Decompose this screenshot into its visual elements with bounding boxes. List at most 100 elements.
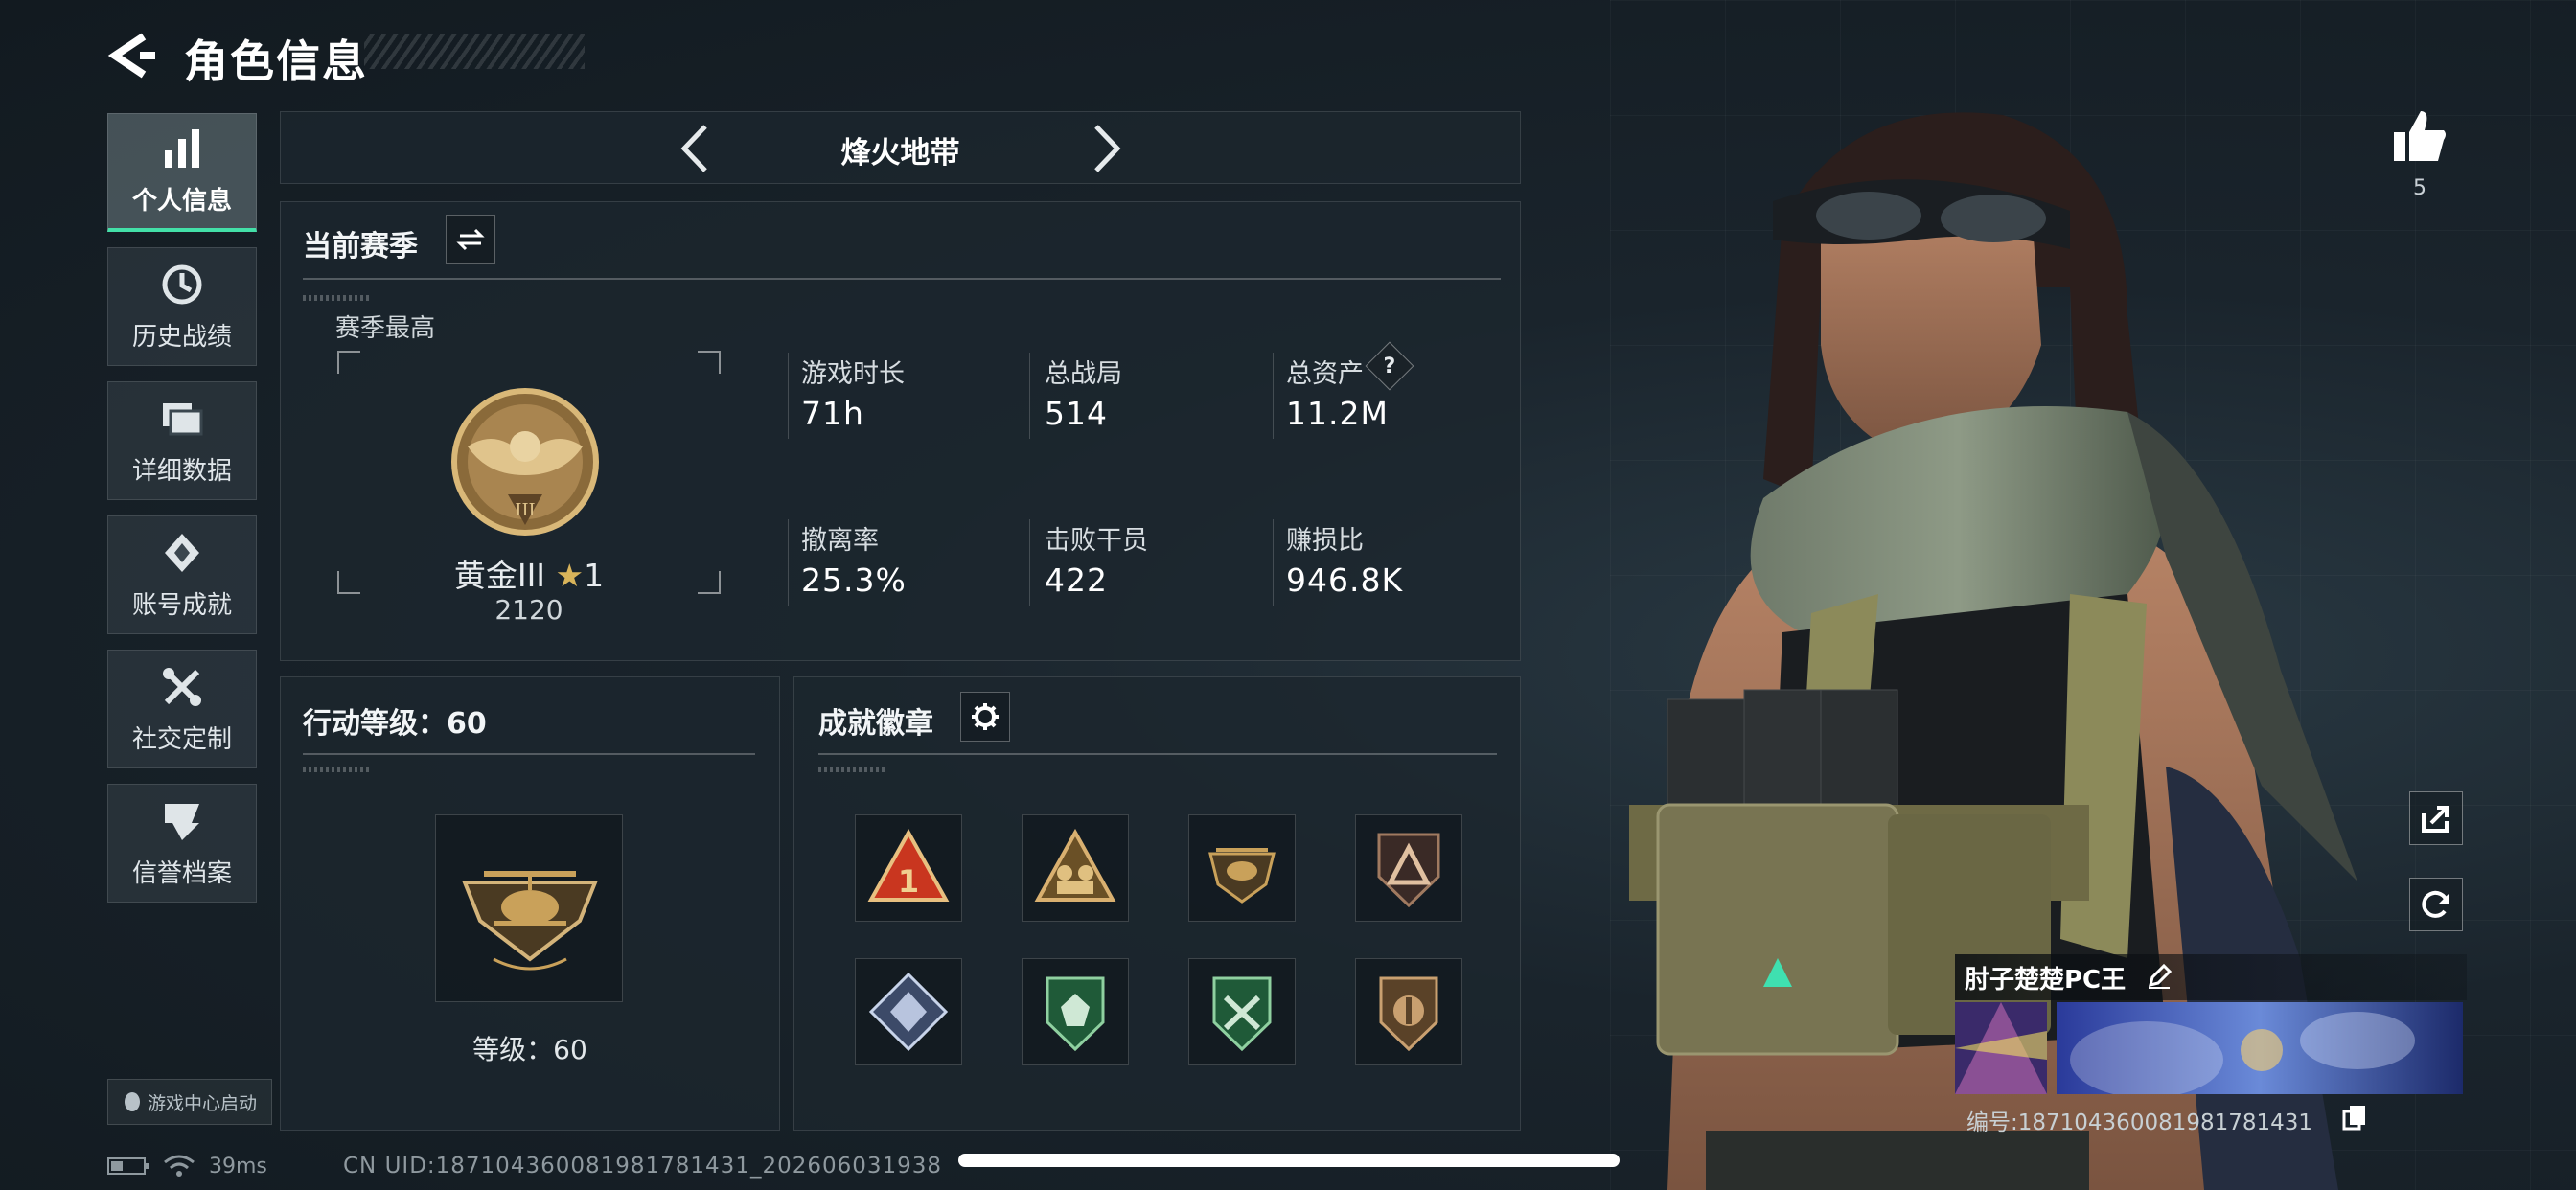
helicopter-level-emblem-icon (462, 871, 598, 971)
stat-value-kills: 422 (1045, 561, 1108, 599)
page-title: 角色信息 (184, 35, 368, 87)
badge-slot[interactable] (855, 958, 962, 1065)
badge-slot[interactable] (1022, 958, 1129, 1065)
stat-divider (788, 353, 789, 439)
battery-icon (107, 1157, 149, 1175)
season-divider (303, 278, 1501, 280)
season-best-label: 赛季最高 (335, 314, 436, 343)
sidebar-item-label: 详细数据 (131, 456, 232, 486)
chevron-right-icon (1094, 125, 1121, 172)
svg-text:1: 1 (898, 863, 919, 900)
badge-red-triangle-1-icon: 1 (867, 828, 950, 902)
player-id: 编号:18710436008198178143​1 (1966, 1110, 2313, 1135)
frame-corner (698, 351, 721, 374)
sidebar-item-achievements[interactable]: 账号成就 (107, 515, 257, 634)
back-button[interactable] (105, 29, 159, 82)
badges-divider (818, 753, 1497, 755)
stat-value-profit-ratio: 946.8K (1286, 561, 1404, 599)
action-level-text: 等级：60 (472, 1034, 587, 1065)
stat-value-playtime: 71h (801, 395, 864, 432)
gold-rank-emblem-icon: III (451, 388, 599, 536)
chevron-left-icon (680, 125, 707, 172)
edit-name-button[interactable] (2145, 962, 2174, 991)
season-switch-button[interactable] (446, 215, 495, 264)
frame-corner (337, 351, 360, 374)
folder-stack-icon (163, 402, 203, 435)
sidebar-item-detailed-data[interactable]: 详细数据 (107, 381, 257, 500)
gear-icon (972, 703, 999, 730)
share-button[interactable] (2409, 791, 2463, 845)
sidebar-item-credit[interactable]: 信誉档案 (107, 784, 257, 903)
ping-value: 39ms (209, 1154, 267, 1179)
badge-slot[interactable] (1022, 814, 1129, 922)
season-title: 当前赛季 (303, 230, 418, 263)
home-indicator[interactable] (958, 1154, 1620, 1167)
profile-banner-image (1955, 1002, 2463, 1094)
thumbs-up-icon (2394, 111, 2446, 161)
action-level-divider (303, 753, 755, 755)
badge-soldiers-triangle-icon (1034, 828, 1116, 902)
wifi-icon (164, 1155, 195, 1177)
stat-label-matches: 总战局 (1045, 359, 1122, 389)
refresh-button[interactable] (2409, 878, 2463, 931)
badge-red-triangle-shield-icon (1377, 833, 1440, 908)
mode-prev-button[interactable] (671, 121, 719, 176)
title-decoration (364, 34, 585, 69)
refresh-icon (2422, 890, 2449, 918)
decoration-dots (818, 767, 886, 772)
badge-slot[interactable] (1188, 958, 1296, 1065)
rank-score: 2120 (494, 594, 564, 626)
badge-slot[interactable] (1355, 958, 1462, 1065)
badge-green-crossed-icon (1212, 976, 1272, 1052)
sidebar-item-label: 信誉档案 (131, 858, 232, 888)
sidebar-item-social[interactable]: 社交定制 (107, 650, 257, 768)
like-count: 5 (2413, 176, 2426, 200)
badge-helicopter-icon (1208, 848, 1276, 904)
stat-divider (1273, 353, 1274, 439)
stat-divider (1029, 353, 1030, 439)
bar-chart-icon (165, 129, 199, 168)
copy-icon (2342, 1106, 2365, 1131)
action-level-title: 行动等级：60 (303, 707, 487, 741)
stat-label-assets: 总资产 (1286, 359, 1364, 389)
badge-slot[interactable]: 1 (855, 814, 962, 922)
sidebar-item-label: 账号成就 (131, 590, 232, 620)
stat-divider (788, 519, 789, 606)
stat-divider (1273, 519, 1274, 606)
badge-slot[interactable] (1188, 814, 1296, 922)
badge-slot[interactable] (1355, 814, 1462, 922)
qq-penguin-icon (124, 1092, 140, 1111)
sidebar-item-personal-info[interactable]: 个人信息 (107, 113, 257, 232)
action-level-emblem-frame (435, 814, 623, 1002)
stat-value-matches: 514 (1045, 395, 1108, 432)
uid-line: CN UID:18710436008198178143​1_2026060319… (343, 1154, 943, 1179)
help-icon: ? (1383, 354, 1396, 378)
badge-bronze-shield-icon (1379, 976, 1438, 1052)
badge-green-shield-icon (1046, 976, 1105, 1052)
rank-display: 黄金III ★1 (337, 550, 721, 596)
credit-shield-icon (165, 803, 199, 840)
decoration-dots (303, 767, 370, 772)
stat-label-extract-rate: 撤离率 (801, 526, 879, 556)
player-name: 肘子楚楚PC王 (1965, 966, 2127, 995)
sidebar-item-label: 社交定制 (131, 724, 232, 754)
badges-settings-button[interactable] (960, 692, 1010, 742)
achievement-medal-icon (165, 533, 199, 572)
back-arrow-icon (107, 33, 155, 79)
pencil-icon (2148, 963, 2173, 989)
star-icon: ★ (555, 557, 585, 594)
stat-value-assets: 11.2M (1286, 395, 1389, 432)
stat-divider (1029, 519, 1030, 606)
copy-id-button[interactable] (2342, 1104, 2367, 1131)
stat-label-profit-ratio: 赚损比 (1286, 526, 1364, 556)
stat-value-extract-rate: 25.3% (801, 561, 907, 599)
like-button[interactable] (2388, 105, 2451, 169)
mode-name: 烽火地带 (840, 136, 960, 171)
mode-next-button[interactable] (1083, 121, 1131, 176)
stat-label-kills: 击败干员 (1045, 526, 1148, 556)
stat-label-playtime: 游戏时长 (801, 359, 905, 389)
sidebar-item-history[interactable]: 历史战绩 (107, 247, 257, 366)
game-center-launch-button[interactable]: 游戏中心启动 (107, 1079, 272, 1125)
badges-title: 成就徽章 (818, 707, 933, 741)
rank-name: 黄金III (453, 557, 546, 594)
